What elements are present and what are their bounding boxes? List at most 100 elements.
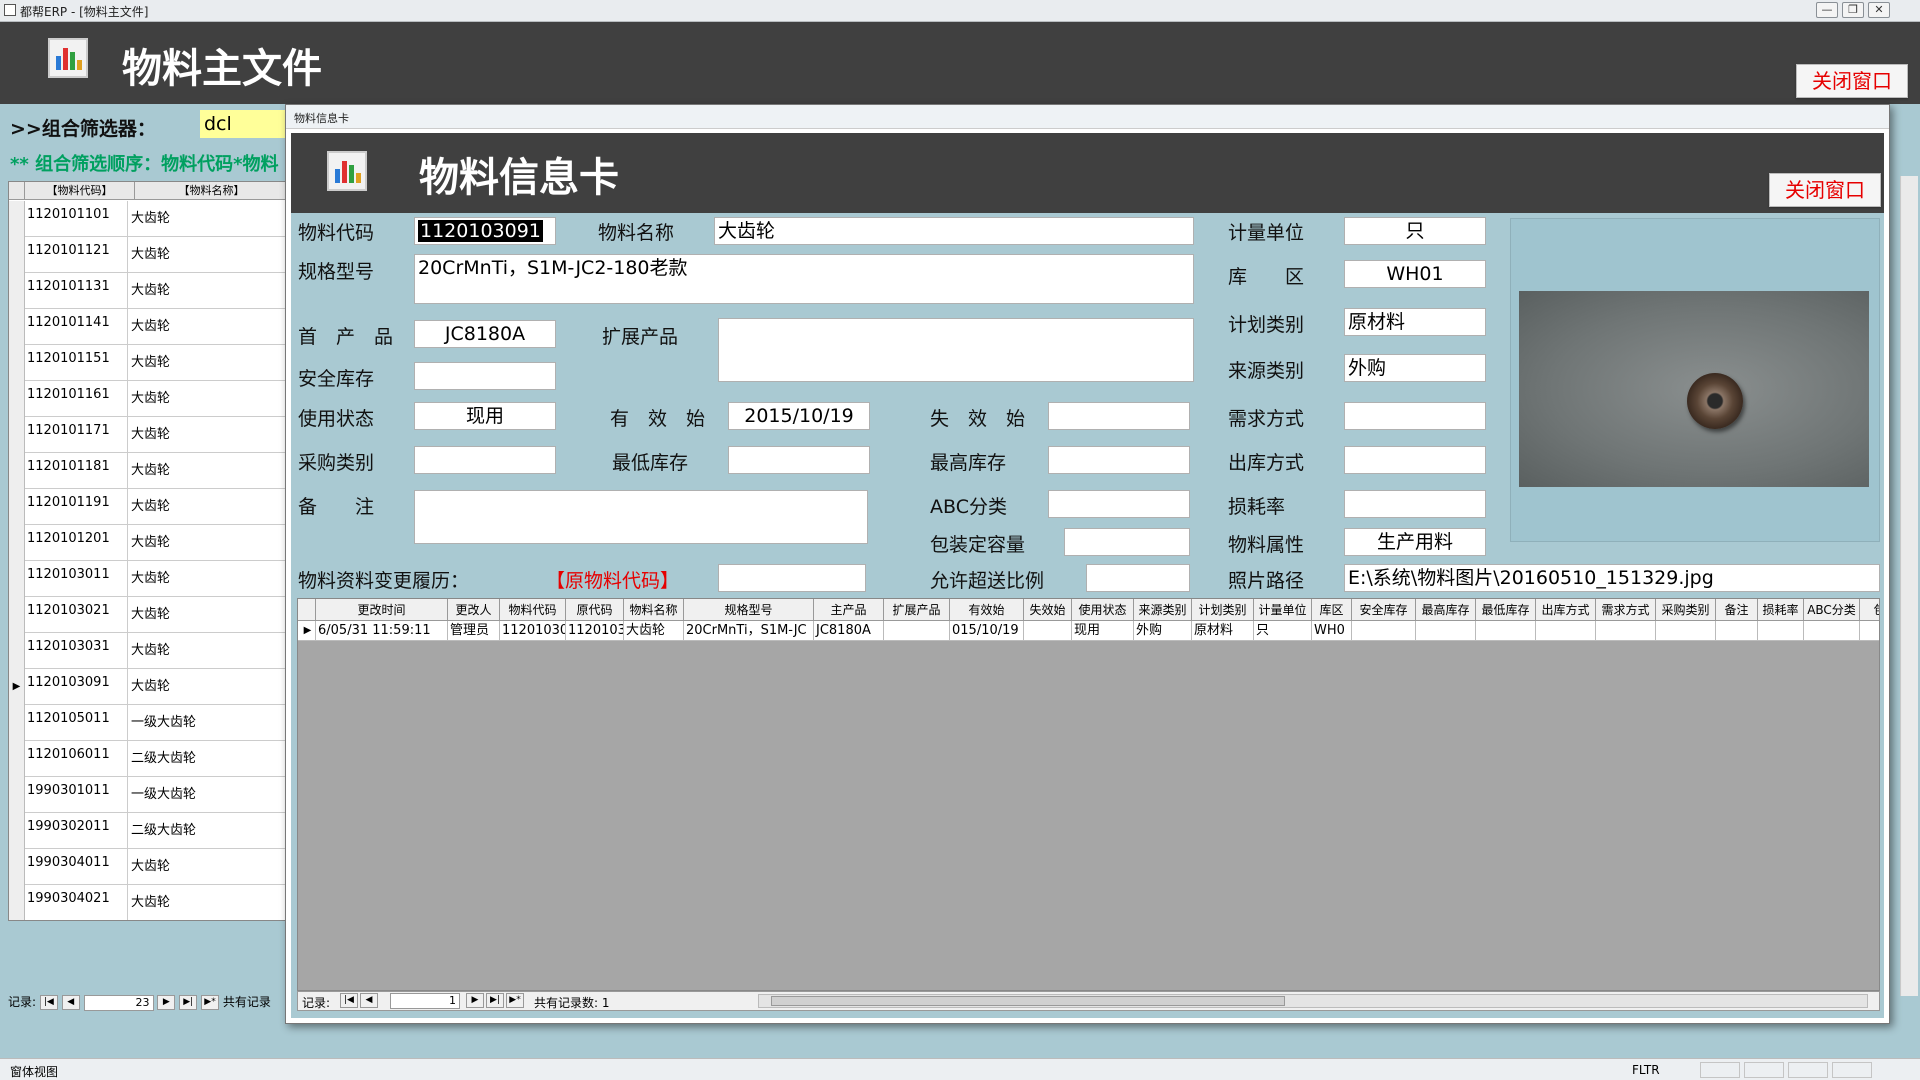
list-item[interactable]: 1120106011 二级大齿轮 bbox=[9, 741, 287, 777]
list-item[interactable]: 1120101121 大齿轮 bbox=[9, 237, 287, 273]
grid-cell[interactable] bbox=[1024, 621, 1072, 641]
row-selector[interactable] bbox=[9, 741, 25, 777]
grid-header[interactable]: 最高库存 bbox=[1416, 599, 1476, 621]
demand-field[interactable] bbox=[1344, 402, 1486, 430]
new-record-button[interactable]: ▶* bbox=[201, 995, 220, 1010]
over-ratio-field[interactable] bbox=[1086, 564, 1190, 592]
row-selector[interactable] bbox=[9, 561, 25, 597]
grid-row-selector[interactable]: ▶ bbox=[298, 621, 316, 641]
grid-header[interactable]: 采购类别 bbox=[1656, 599, 1716, 621]
grid-header[interactable]: ABC分类 bbox=[1804, 599, 1860, 621]
valid-from-field[interactable]: 2015/10/19 bbox=[728, 402, 870, 430]
invalid-from-field[interactable] bbox=[1048, 402, 1190, 430]
grid-header[interactable]: 计划类别 bbox=[1192, 599, 1254, 621]
grid-header[interactable]: 备注 bbox=[1716, 599, 1758, 621]
row-selector[interactable] bbox=[9, 417, 25, 453]
grid-cell[interactable]: 现用 bbox=[1072, 621, 1134, 641]
grid-cell[interactable]: 大齿轮 bbox=[624, 621, 684, 641]
list-item[interactable]: 1120101101 大齿轮 bbox=[9, 201, 287, 237]
use-status-field[interactable]: 现用 bbox=[414, 402, 556, 430]
row-selector[interactable] bbox=[9, 345, 25, 381]
grid-new-button[interactable]: ▶* bbox=[506, 993, 524, 1008]
safety-stock-field[interactable] bbox=[414, 362, 556, 390]
orig-code-field[interactable] bbox=[718, 564, 866, 592]
list-item[interactable]: 1120101141 大齿轮 bbox=[9, 309, 287, 345]
grid-cell[interactable] bbox=[1758, 621, 1804, 641]
grid-cell[interactable]: 只 bbox=[1254, 621, 1312, 641]
purchase-type-field[interactable] bbox=[414, 446, 556, 474]
grid-first-button[interactable]: |◀ bbox=[340, 993, 358, 1008]
grid-cell[interactable] bbox=[1416, 621, 1476, 641]
grid-header[interactable]: 扩展产品 bbox=[884, 599, 950, 621]
grid-cell[interactable] bbox=[1656, 621, 1716, 641]
grid-header[interactable]: 计量单位 bbox=[1254, 599, 1312, 621]
list-item[interactable]: 1990304021 大齿轮 bbox=[9, 885, 287, 920]
grid-cell[interactable] bbox=[1716, 621, 1758, 641]
row-selector[interactable] bbox=[9, 273, 25, 309]
grid-header[interactable]: 更改人 bbox=[448, 599, 500, 621]
minimize-button[interactable]: — bbox=[1816, 2, 1838, 18]
grid-cell[interactable]: 015/10/19 bbox=[950, 621, 1024, 641]
grid-header[interactable]: 包装定 bbox=[1860, 599, 1879, 621]
list-item[interactable]: 1120101201 大齿轮 bbox=[9, 525, 287, 561]
list-item[interactable]: 1120101131 大齿轮 bbox=[9, 273, 287, 309]
list-item[interactable]: 1120103011 大齿轮 bbox=[9, 561, 287, 597]
grid-header[interactable]: 主产品 bbox=[814, 599, 884, 621]
code-field[interactable]: 1120103091 bbox=[414, 217, 556, 245]
ext-product-field[interactable] bbox=[718, 318, 1194, 382]
min-stock-field[interactable] bbox=[728, 446, 870, 474]
row-selector[interactable] bbox=[9, 705, 25, 741]
row-selector[interactable] bbox=[9, 597, 25, 633]
prev-record-button[interactable]: ◀ bbox=[61, 995, 80, 1010]
row-selector[interactable] bbox=[9, 777, 25, 813]
dialog-close-button[interactable]: 关闭窗口 bbox=[1769, 173, 1881, 207]
row-selector[interactable] bbox=[9, 381, 25, 417]
grid-scroll-thumb[interactable] bbox=[771, 996, 1285, 1006]
list-item[interactable]: 1120101151 大齿轮 bbox=[9, 345, 287, 381]
pack-field[interactable] bbox=[1064, 528, 1190, 556]
grid-cell[interactable]: JC8180A bbox=[814, 621, 884, 641]
grid-header[interactable]: 需求方式 bbox=[1596, 599, 1656, 621]
plan-type-field[interactable]: 原材料 bbox=[1344, 308, 1486, 336]
grid-header[interactable]: 有效始 bbox=[950, 599, 1024, 621]
grid-header[interactable]: 来源类别 bbox=[1134, 599, 1192, 621]
grid-header[interactable]: 失效始 bbox=[1024, 599, 1072, 621]
row-selector[interactable] bbox=[9, 453, 25, 489]
grid-cell[interactable]: 1120103 bbox=[566, 621, 624, 641]
grid-header[interactable]: 安全库存 bbox=[1352, 599, 1416, 621]
grid-cell[interactable] bbox=[1860, 621, 1879, 641]
max-stock-field[interactable] bbox=[1048, 446, 1190, 474]
list-item[interactable]: 1990301011 一级大齿轮 bbox=[9, 777, 287, 813]
grid-header[interactable]: 更改时间 bbox=[316, 599, 448, 621]
row-selector[interactable] bbox=[9, 309, 25, 345]
list-item[interactable]: 1120101191 大齿轮 bbox=[9, 489, 287, 525]
list-item[interactable]: 1120101181 大齿轮 bbox=[9, 453, 287, 489]
grid-cell[interactable] bbox=[1804, 621, 1860, 641]
record-number-input[interactable]: 23 bbox=[83, 994, 154, 1011]
grid-cell[interactable] bbox=[1352, 621, 1416, 641]
grid-cell[interactable]: 1120103091 bbox=[500, 621, 566, 641]
close-window-button[interactable]: 关闭窗口 bbox=[1796, 64, 1908, 98]
grid-header[interactable]: 最低库存 bbox=[1476, 599, 1536, 621]
loss-field[interactable] bbox=[1344, 490, 1486, 518]
remark-field[interactable] bbox=[414, 490, 868, 544]
grid-header[interactable]: 损耗率 bbox=[1758, 599, 1804, 621]
list-header-code[interactable]: 【物料代码】 bbox=[25, 182, 135, 200]
row-selector[interactable] bbox=[9, 813, 25, 849]
source-type-field[interactable]: 外购 bbox=[1344, 354, 1486, 382]
list-item[interactable]: 1120101161 大齿轮 bbox=[9, 381, 287, 417]
main-vertical-scrollbar[interactable] bbox=[1900, 176, 1918, 996]
photo-path-field[interactable]: E:\系统\物料图片\20160510_151329.jpg bbox=[1344, 564, 1880, 592]
grid-cell[interactable]: 外购 bbox=[1134, 621, 1192, 641]
attr-field[interactable]: 生产用料 bbox=[1344, 528, 1486, 556]
row-selector[interactable] bbox=[9, 201, 25, 237]
filter-input[interactable]: dcl bbox=[200, 110, 290, 138]
list-item[interactable]: 1120103021 大齿轮 bbox=[9, 597, 287, 633]
last-record-button[interactable]: ▶| bbox=[179, 995, 198, 1010]
grid-cell[interactable]: 管理员 bbox=[448, 621, 500, 641]
list-item[interactable]: 1990302011 二级大齿轮 bbox=[9, 813, 287, 849]
unit-field[interactable]: 只 bbox=[1344, 217, 1486, 245]
issue-field[interactable] bbox=[1344, 446, 1486, 474]
grid-header[interactable]: 物料代码 bbox=[500, 599, 566, 621]
list-item[interactable]: 1120105011 一级大齿轮 bbox=[9, 705, 287, 741]
